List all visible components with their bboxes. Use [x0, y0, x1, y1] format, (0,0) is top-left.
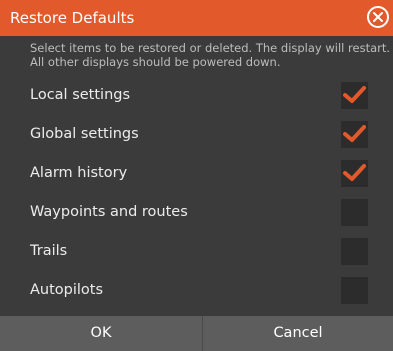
- close-button[interactable]: [367, 6, 389, 28]
- option-label: Waypoints and routes: [30, 204, 188, 220]
- option-global-settings[interactable]: Global settings: [0, 115, 393, 154]
- local-settings-checkbox[interactable]: [341, 82, 368, 109]
- trails-checkbox[interactable]: [341, 238, 368, 265]
- global-settings-checkbox[interactable]: [341, 121, 368, 148]
- checkmark-icon: [343, 86, 366, 103]
- description-line-2: All other displays should be powered dow…: [30, 55, 281, 69]
- option-local-settings[interactable]: Local settings: [0, 76, 393, 115]
- waypoints-and-routes-checkbox[interactable]: [341, 199, 368, 226]
- checkmark-icon: [343, 164, 366, 181]
- option-label: Trails: [30, 243, 68, 259]
- option-alarm-history[interactable]: Alarm history: [0, 154, 393, 193]
- dialog-content: Select items to be restored or deleted. …: [0, 36, 393, 316]
- option-label: Alarm history: [30, 165, 128, 181]
- option-label: Global settings: [30, 126, 139, 142]
- autopilots-checkbox[interactable]: [341, 277, 368, 304]
- dialog-title: Restore Defaults: [10, 9, 135, 27]
- dialog-footer: OK Cancel: [0, 316, 393, 351]
- ok-button[interactable]: OK: [0, 316, 202, 351]
- dialog-description: Select items to be restored or deleted. …: [30, 41, 391, 69]
- option-waypoints-and-routes[interactable]: Waypoints and routes: [0, 193, 393, 232]
- cancel-button[interactable]: Cancel: [203, 316, 393, 351]
- description-line-1: Select items to be restored or deleted. …: [30, 41, 391, 55]
- alarm-history-checkbox[interactable]: [341, 160, 368, 187]
- option-label: Autopilots: [30, 282, 104, 298]
- option-label: Local settings: [30, 87, 131, 103]
- close-icon: [373, 12, 383, 22]
- option-autopilots[interactable]: Autopilots: [0, 271, 393, 310]
- option-trails[interactable]: Trails: [0, 232, 393, 271]
- dialog-title-bar: Restore Defaults: [0, 0, 393, 36]
- checkmark-icon: [343, 125, 366, 142]
